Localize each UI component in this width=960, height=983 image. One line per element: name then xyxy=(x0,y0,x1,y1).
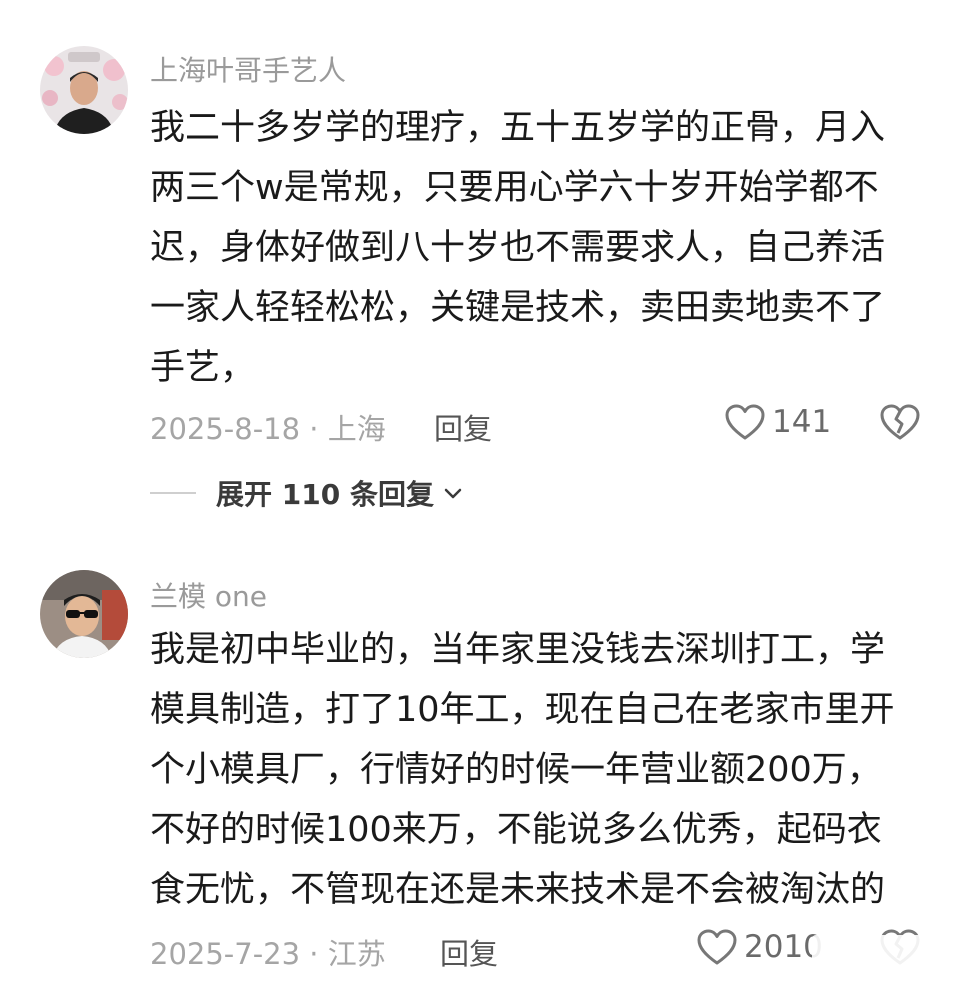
expand-divider xyxy=(150,492,196,494)
comment-author[interactable]: 兰模 one xyxy=(150,575,267,615)
expand-replies-label: 展开 110 条回复 xyxy=(216,478,434,511)
avatar[interactable] xyxy=(40,570,128,658)
like-button[interactable]: 141 xyxy=(724,403,831,441)
avatar-image xyxy=(40,46,128,134)
reply-button[interactable]: 回复 xyxy=(434,406,492,448)
comment-meta: 2025-8-18 · 上海 xyxy=(150,412,386,446)
comment-text-line: 手艺， xyxy=(150,348,256,388)
like-button[interactable]: 2010 xyxy=(696,928,823,966)
expand-replies-button[interactable]: 展开 110 条回复 xyxy=(150,473,464,513)
avatar-image xyxy=(40,570,128,658)
avatar[interactable] xyxy=(40,46,128,134)
heart-outline-icon xyxy=(725,404,765,440)
comment-text-line: 我是初中毕业的，当年家里没钱去深圳打工，学 xyxy=(150,630,886,670)
reply-button[interactable]: 回复 xyxy=(440,931,498,973)
comment-text-line: 一家人轻轻松松，关键是技术，卖田卖地卖不了 xyxy=(150,288,886,328)
chevron-down-icon xyxy=(444,488,462,499)
comment-author[interactable]: 上海叶哥手艺人 xyxy=(150,49,346,89)
comment-meta: 2025-7-23 · 江苏 xyxy=(150,937,386,971)
comment-text-line: 我二十多岁学的理疗，五十五岁学的正骨，月入 xyxy=(150,108,886,148)
comment-text-line: 个小模具厂，行情好的时候一年营业额200万， xyxy=(150,750,882,790)
heart-outline-icon xyxy=(697,929,737,965)
comment-text-line: 食无忧，不管现在还是未来技术是不会被淘汰的 xyxy=(150,870,886,910)
watermark-overlay xyxy=(812,935,952,969)
like-count: 141 xyxy=(772,404,832,440)
comment-text-line: 迟，身体好做到八十岁也不需要求人，自己养活 xyxy=(150,228,886,268)
comment-text-line: 模具制造，打了10年工，现在自己在老家市里开 xyxy=(150,690,895,730)
broken-heart-icon xyxy=(880,404,920,440)
comment-text-line: 两三个w是常规，只要用心学六十岁开始学都不 xyxy=(150,168,879,208)
comment-text-line: 不好的时候100来万，不能说多么优秀，起码衣 xyxy=(150,810,882,850)
dislike-button[interactable] xyxy=(879,403,921,445)
